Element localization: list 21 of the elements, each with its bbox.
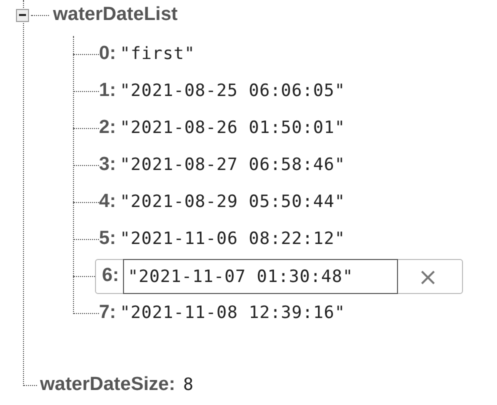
delete-button[interactable]: × xyxy=(418,264,438,288)
collapse-toggle-icon[interactable] xyxy=(16,8,29,22)
item-key: 1: xyxy=(99,77,116,106)
value-input[interactable]: "2021-11-07 01:30:48" xyxy=(122,259,398,294)
item-value: "2021-08-27 06:58:46" xyxy=(120,154,346,177)
item-key: 0: xyxy=(99,40,116,69)
item-value: "2021-08-26 01:50:01" xyxy=(120,116,346,140)
item-key: 2: xyxy=(99,114,116,143)
node-key: waterDateList xyxy=(53,0,178,30)
item-key: 6: xyxy=(102,262,119,291)
node-value: 8 xyxy=(183,374,194,397)
item-key: 4: xyxy=(99,188,116,217)
item-key: 7: xyxy=(99,299,116,328)
item-key: 3: xyxy=(99,151,116,180)
item-value: "2021-11-08 12:39:16" xyxy=(120,302,346,325)
node-key: waterDateSize: xyxy=(40,371,176,400)
item-value: "2021-08-29 05:50:44" xyxy=(120,190,346,214)
item-key: 5: xyxy=(99,225,116,254)
item-value: "first" xyxy=(120,42,196,66)
item-value: "2021-08-25 06:06:05" xyxy=(120,80,346,103)
item-value: "2021-11-06 08:22:12" xyxy=(120,228,346,251)
